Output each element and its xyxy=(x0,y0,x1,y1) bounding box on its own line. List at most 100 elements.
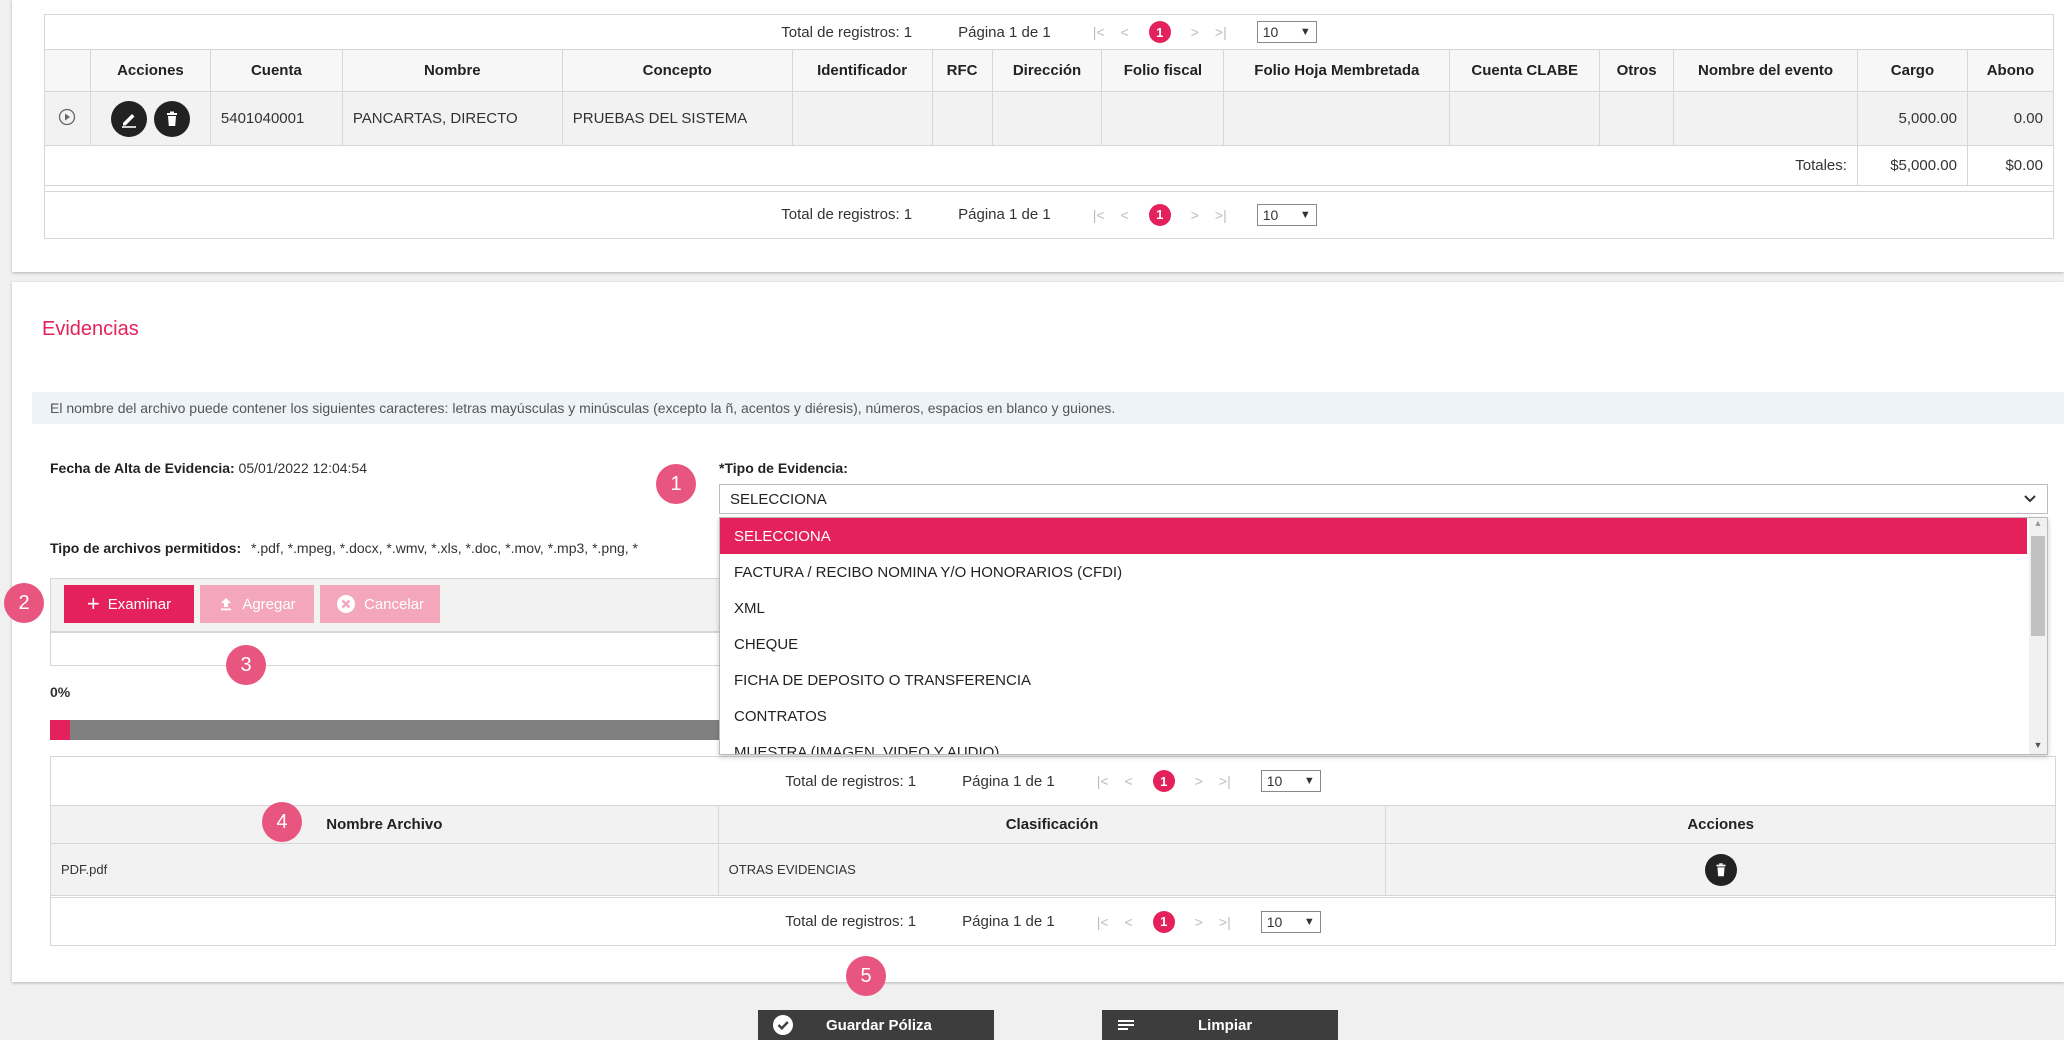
prev-page-icon[interactable]: < xyxy=(1125,773,1133,789)
pager-total: Total de registros: 1 xyxy=(785,913,917,930)
pager-total: Total de registros: 1 xyxy=(785,772,917,790)
last-page-icon[interactable]: >| xyxy=(1215,24,1227,40)
current-page-button[interactable]: 1 xyxy=(1152,770,1175,792)
col-clasificacion: Clasificación xyxy=(717,805,1387,844)
first-page-icon[interactable]: |< xyxy=(1093,207,1105,223)
folio-hoja-cell xyxy=(1223,91,1451,146)
cancelar-label: Cancelar xyxy=(363,595,425,613)
option-factura[interactable]: FACTURA / RECIBO NOMINA Y/O HONORARIOS (… xyxy=(720,554,2047,590)
delete-button[interactable] xyxy=(153,100,190,137)
nombre-cell: PANCARTAS, DIRECTO xyxy=(341,91,563,146)
prev-page-icon[interactable]: < xyxy=(1121,207,1129,223)
col-folio-hoja: Folio Hoja Membretada xyxy=(1223,49,1451,92)
totals-row: Totales: $5,000.00 $0.00 xyxy=(44,145,2055,186)
col-cuenta-clabe: Cuenta CLABE xyxy=(1449,49,1601,92)
col-acciones: Acciones xyxy=(1385,805,2056,844)
page-size-select[interactable]: 10 ▼ xyxy=(1256,21,1317,43)
upload-icon xyxy=(221,598,232,611)
tipo-evidencia-value: SELECCIONA xyxy=(730,490,827,508)
cuenta-cell: 5401040001 xyxy=(209,91,343,146)
current-page-button[interactable]: 1 xyxy=(1152,910,1175,933)
direccion-cell xyxy=(991,91,1103,146)
page-size-select[interactable]: 10 ▼ xyxy=(1260,770,1321,792)
page-size-select[interactable]: 10 ▼ xyxy=(1256,203,1317,226)
prev-page-icon[interactable]: < xyxy=(1121,24,1129,40)
progress-text: 0% xyxy=(50,684,71,700)
pager-page-info: Página 1 de 1 xyxy=(962,772,1055,790)
totals-label: Totales: xyxy=(44,145,1858,186)
files-table: Nombre Archivo Clasificación Acciones PD… xyxy=(50,805,2056,896)
limpiar-button[interactable]: Limpiar xyxy=(1102,1010,1338,1040)
option-contratos[interactable]: CONTRATOS xyxy=(720,698,2047,734)
fecha-alta: Fecha de Alta de Evidencia: 05/01/2022 1… xyxy=(50,460,367,476)
polizas-table: Acciones Cuenta Nombre Concepto Identifi… xyxy=(44,49,2055,186)
scroll-down-arrow[interactable]: ▼ xyxy=(2029,740,2047,754)
file-name-cell: PDF.pdf xyxy=(50,843,719,896)
files-pager-bottom: Total de registros: 1 Página 1 de 1 |< <… xyxy=(51,897,2055,945)
current-page-button[interactable]: 1 xyxy=(1148,203,1171,226)
step-badge-2: 2 xyxy=(4,583,44,623)
col-nombre-archivo: Nombre Archivo xyxy=(50,805,719,844)
next-page-icon[interactable]: > xyxy=(1191,24,1199,40)
expand-cell xyxy=(44,91,91,146)
dropdown-scrollbar[interactable]: ▲ ▼ xyxy=(2029,518,2047,754)
info-text: El nombre del archivo puede contener los… xyxy=(50,400,1116,416)
pager-bottom: Total de registros: 1 Página 1 de 1 |< <… xyxy=(45,191,2053,237)
folio-fiscal-cell xyxy=(1101,91,1225,146)
agregar-button[interactable]: Agregar xyxy=(200,585,314,623)
first-page-icon[interactable]: |< xyxy=(1093,24,1105,40)
delete-file-button[interactable] xyxy=(1704,853,1737,886)
file-acciones-cell xyxy=(1385,843,2056,896)
page-size-value: 10 xyxy=(1266,913,1283,930)
current-page-button[interactable]: 1 xyxy=(1148,21,1171,43)
guardar-poliza-button[interactable]: Guardar Póliza xyxy=(758,1010,994,1040)
progress-bar-fill xyxy=(50,720,70,740)
files-table-frame: Total de registros: 1 Página 1 de 1 |< <… xyxy=(50,756,2056,946)
scroll-up-arrow[interactable]: ▲ xyxy=(2029,518,2047,532)
total-cargo: $5,000.00 xyxy=(1856,145,1968,186)
tipos-archivos-label: Tipo de archivos permitidos: xyxy=(50,540,242,556)
next-page-icon[interactable]: > xyxy=(1191,207,1199,223)
next-page-icon[interactable]: > xyxy=(1195,914,1203,930)
cancelar-button[interactable]: Cancelar xyxy=(320,585,440,623)
plus-icon: + xyxy=(86,591,100,616)
pager-top: Total de registros: 1 Página 1 de 1 |< <… xyxy=(45,15,2053,49)
cancel-circle-icon xyxy=(336,595,355,613)
option-selecciona[interactable]: SELECCIONA xyxy=(720,518,2027,554)
cuenta-clabe-cell xyxy=(1449,91,1601,146)
edit-button[interactable] xyxy=(111,100,148,137)
fecha-alta-value: 05/01/2022 12:04:54 xyxy=(238,460,368,476)
col-otros: Otros xyxy=(1599,49,1675,92)
first-page-icon[interactable]: |< xyxy=(1097,914,1109,930)
option-xml[interactable]: XML xyxy=(720,590,2047,626)
first-page-icon[interactable]: |< xyxy=(1097,773,1109,789)
scrollbar-thumb[interactable] xyxy=(2031,536,2045,636)
step-badge-3: 3 xyxy=(226,645,266,685)
check-circle-icon xyxy=(773,1015,793,1035)
last-page-icon[interactable]: >| xyxy=(1219,914,1231,930)
prev-page-icon[interactable]: < xyxy=(1125,914,1133,930)
next-page-icon[interactable]: > xyxy=(1195,773,1203,789)
lines-icon xyxy=(1118,1020,1134,1030)
cargo-cell: 5,000.00 xyxy=(1856,91,1968,146)
info-bar: El nombre del archivo puede contener los… xyxy=(32,392,2064,424)
option-muestra[interactable]: MUESTRA (IMAGEN, VIDEO Y AUDIO) xyxy=(720,734,2047,755)
file-drop-area[interactable] xyxy=(50,632,720,666)
col-expand xyxy=(44,49,91,92)
limpiar-label: Limpiar xyxy=(1198,1016,1253,1034)
col-direccion: Dirección xyxy=(991,49,1103,92)
files-header-row: Nombre Archivo Clasificación Acciones xyxy=(50,805,2056,844)
play-circle-icon[interactable] xyxy=(58,108,76,126)
option-cheque[interactable]: CHEQUE xyxy=(720,626,2047,662)
page-size-value: 10 xyxy=(1266,773,1283,789)
last-page-icon[interactable]: >| xyxy=(1215,207,1227,223)
last-page-icon[interactable]: >| xyxy=(1219,773,1231,789)
page-size-select[interactable]: 10 ▼ xyxy=(1260,910,1321,933)
col-cargo: Cargo xyxy=(1856,49,1968,92)
chevron-down-icon xyxy=(2024,495,2036,503)
tipo-evidencia-select[interactable]: SELECCIONA xyxy=(719,484,2048,514)
otros-cell xyxy=(1599,91,1675,146)
option-ficha-deposito[interactable]: FICHA DE DEPOSITO O TRANSFERENCIA xyxy=(720,662,2047,698)
examinar-button[interactable]: + Examinar xyxy=(64,585,194,623)
col-nombre-evento: Nombre del evento xyxy=(1673,49,1858,92)
